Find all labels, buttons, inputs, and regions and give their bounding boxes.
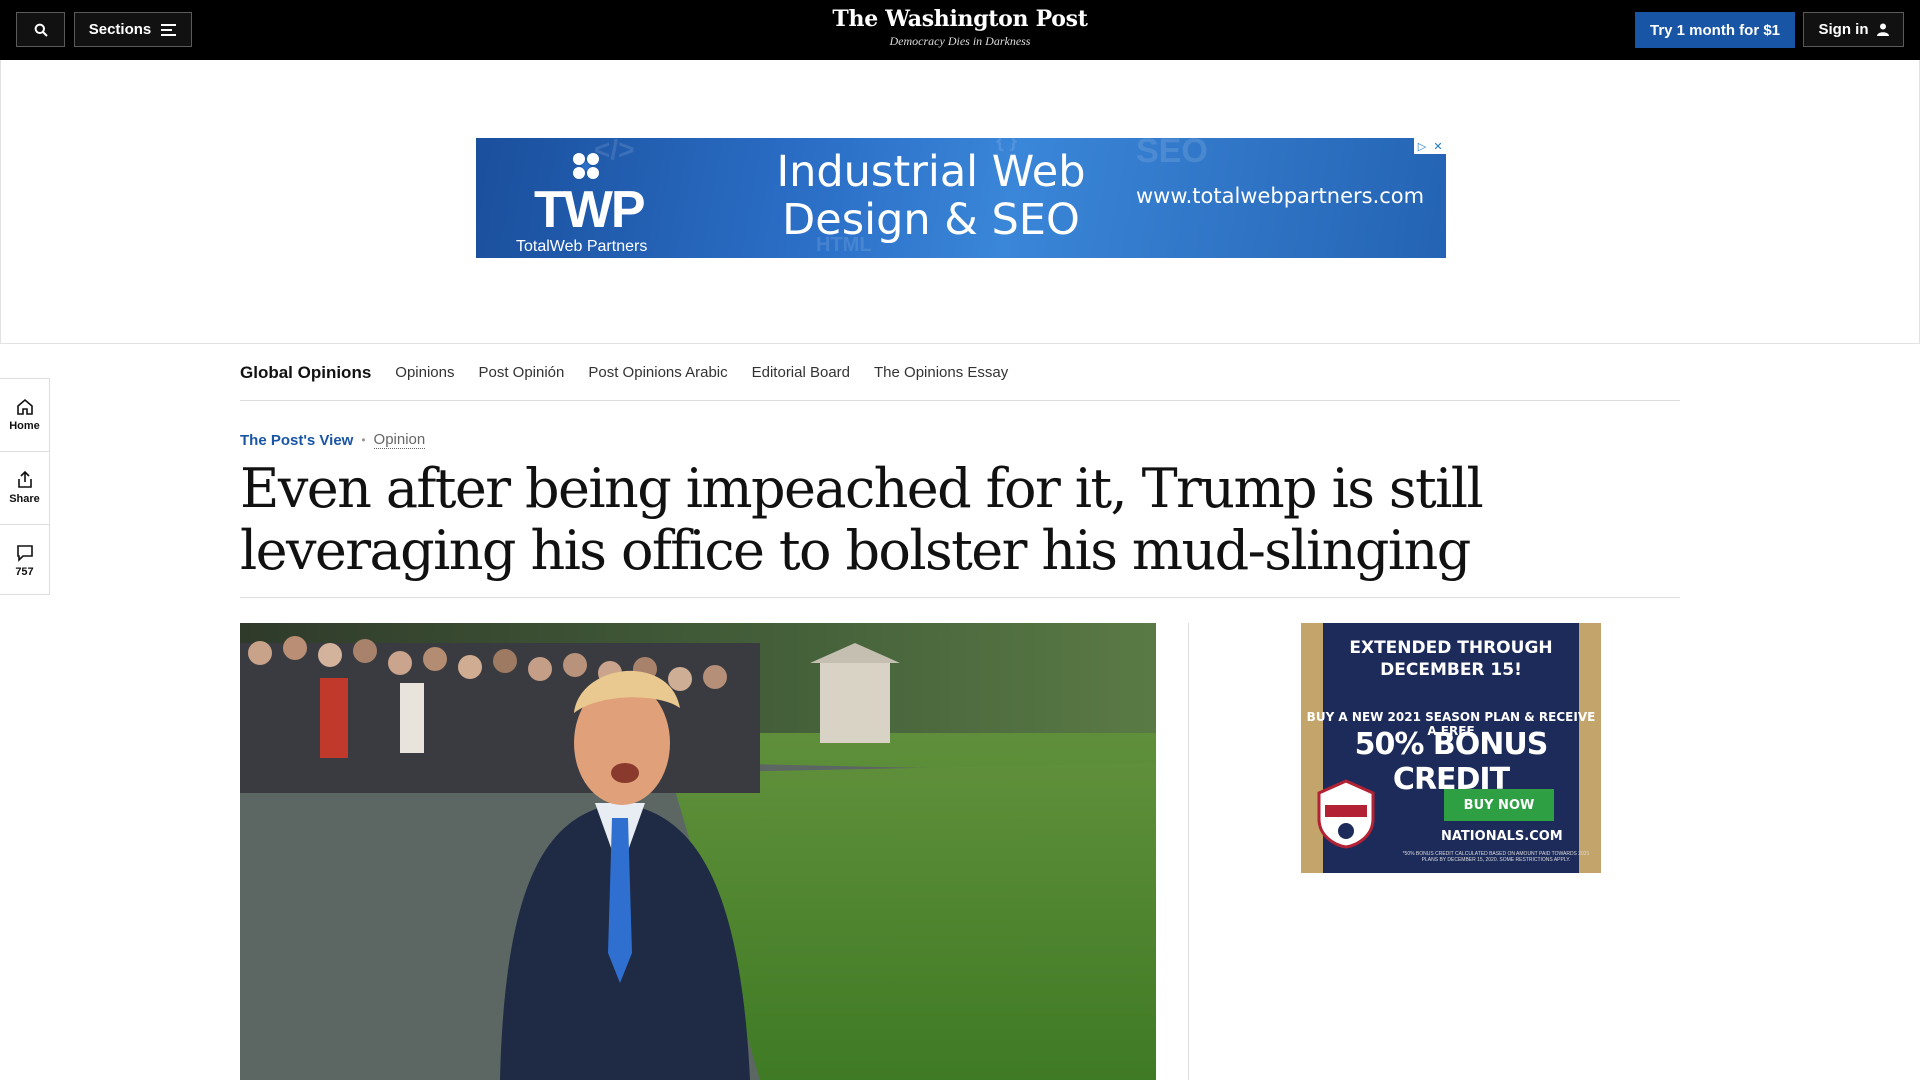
ad-site-url: NATIONALS.COM	[1441, 829, 1563, 844]
right-rail-ad[interactable]: EXTENDED THROUGH DECEMBER 15! BUY A NEW …	[1301, 623, 1601, 873]
top-navigation-bar: Sections The Washington Post Democracy D…	[0, 0, 1920, 60]
subnav-item-post-opinions-arabic[interactable]: Post Opinions Arabic	[588, 364, 727, 381]
share-icon	[17, 471, 32, 488]
menu-icon	[161, 23, 177, 36]
subnav-item-editorial-board[interactable]: Editorial Board	[752, 364, 850, 381]
adchoices-badge[interactable]: ▷ ✕	[1414, 138, 1446, 154]
twp-brand-name: TotalWeb Partners	[516, 238, 648, 255]
subnav-item-opinions[interactable]: Opinions	[395, 364, 454, 381]
comments-count: 757	[15, 566, 34, 578]
trial-subscribe-button[interactable]: Try 1 month for $1	[1635, 12, 1795, 48]
sign-in-label: Sign in	[1818, 21, 1869, 38]
user-icon	[1876, 23, 1889, 36]
column-divider	[1188, 623, 1189, 1080]
brand-tagline: Democracy Dies in Darkness	[889, 34, 1031, 48]
adchoices-icon: ▷	[1417, 140, 1427, 153]
section-subnav: Global Opinions Opinions Post Opinión Po…	[240, 345, 1680, 401]
top-ad-banner[interactable]: </> HTML SEO { } TWP TotalWeb Partners I…	[476, 138, 1446, 258]
search-icon	[34, 23, 48, 37]
sign-in-button[interactable]: Sign in	[1803, 12, 1904, 47]
knot-icon	[573, 153, 599, 179]
sections-button[interactable]: Sections	[74, 12, 192, 47]
lead-photo[interactable]	[240, 623, 1156, 1080]
left-action-rail: Home Share 757	[0, 378, 50, 595]
home-icon	[16, 398, 33, 415]
twp-mark-text: TWP	[534, 181, 646, 239]
share-rail-button[interactable]: Share	[0, 452, 49, 525]
buy-now-button[interactable]: BUY NOW	[1444, 789, 1554, 821]
ad-extended-text: EXTENDED THROUGH DECEMBER 15!	[1349, 638, 1553, 680]
world-champions-badge-icon	[1317, 779, 1375, 849]
section-label[interactable]: Opinion	[373, 431, 426, 449]
sections-label: Sections	[88, 21, 152, 38]
article-headline: Even after being impeached for it, Trump…	[240, 457, 1484, 582]
home-rail-button[interactable]: Home	[0, 379, 49, 452]
headline-divider	[240, 597, 1680, 598]
subnav-item-opinions-essay[interactable]: The Opinions Essay	[874, 364, 1008, 381]
brand-name: The Washington Post	[832, 6, 1088, 32]
ad-fine-print: *50% BONUS CREDIT CALCULATED BASED ON AM…	[1402, 851, 1590, 863]
search-button[interactable]	[16, 12, 65, 47]
kicker-label[interactable]: The Post's View	[240, 432, 353, 449]
ad-url: www.totalwebpartners.com	[1136, 184, 1425, 208]
ad-headline: Industrial Web Design & SEO	[776, 147, 1086, 245]
kicker-separator: •	[361, 433, 366, 447]
twp-logo: TWP TotalWeb Partners	[516, 153, 647, 255]
home-label: Home	[9, 420, 40, 432]
share-label: Share	[9, 493, 40, 505]
comments-rail-button[interactable]: 757	[0, 525, 49, 597]
subnav-item-post-opinion[interactable]: Post Opinión	[478, 364, 564, 381]
ad-close-icon[interactable]: ✕	[1430, 138, 1446, 154]
subnav-global-opinions[interactable]: Global Opinions	[240, 363, 371, 383]
brand-logo[interactable]: The Washington Post Democracy Dies in Da…	[760, 6, 1160, 49]
top-ad-region: </> HTML SEO { } TWP TotalWeb Partners I…	[0, 60, 1920, 344]
comment-icon	[16, 545, 33, 562]
article-kicker: The Post's View • Opinion	[240, 431, 426, 449]
lead-photo-image	[240, 623, 1156, 1080]
